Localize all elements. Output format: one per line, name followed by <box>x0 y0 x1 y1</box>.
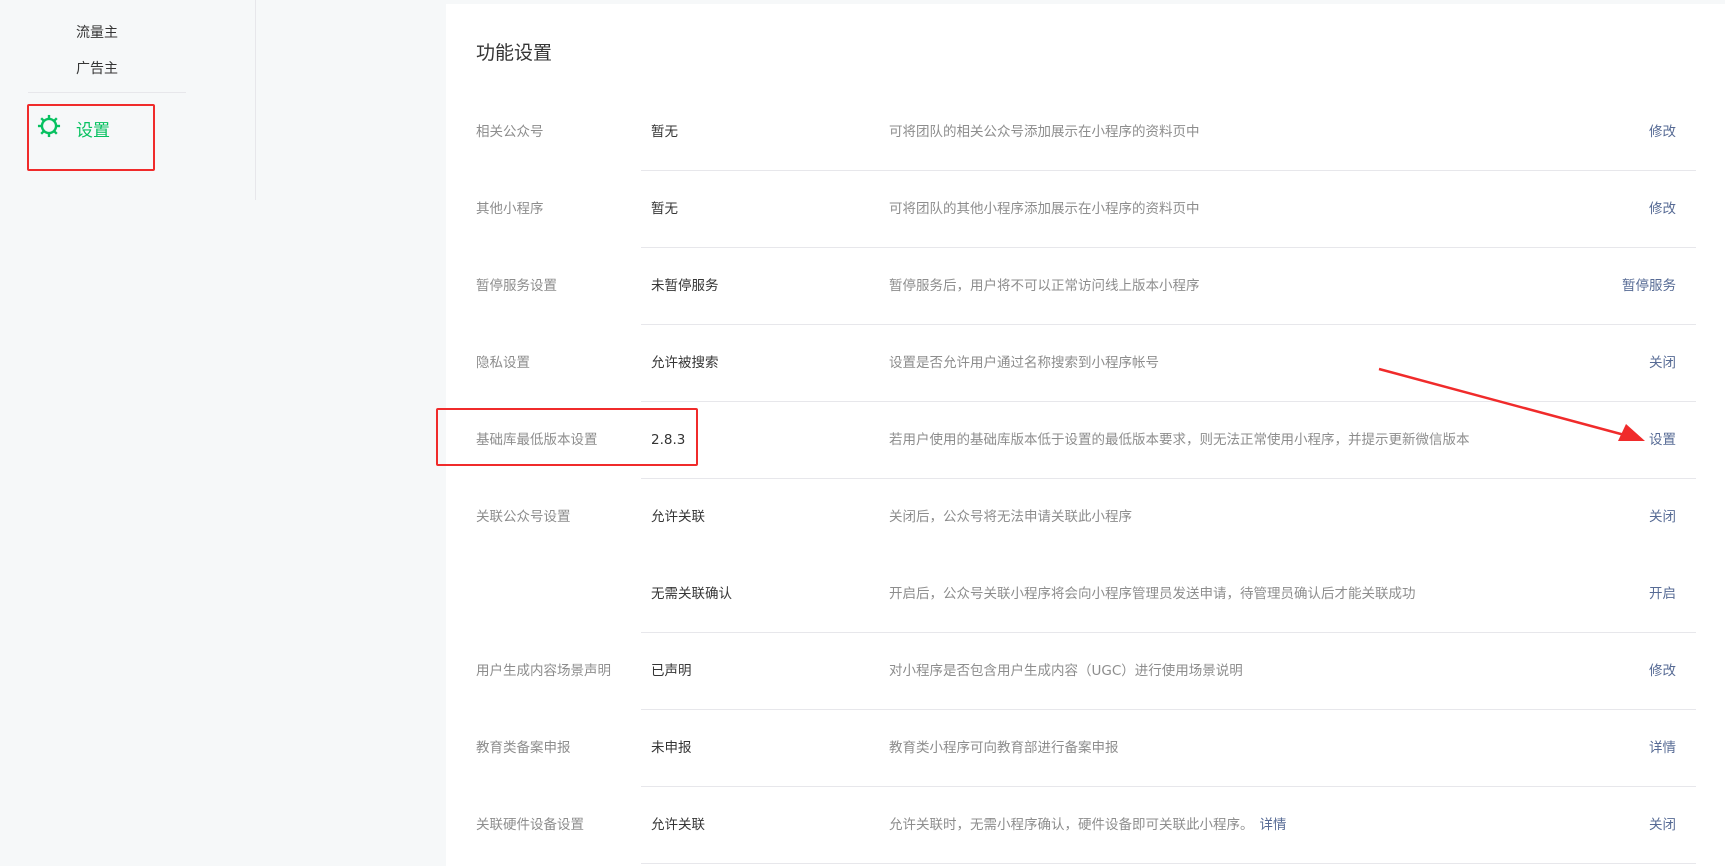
row-value: 暂无 <box>651 124 678 140</box>
settings-row-link-hardware: 关联硬件设备设置 允许关联 允许关联时，无需小程序确认，硬件设备即可关联此小程序… <box>446 787 1696 864</box>
row-value: 允许被搜索 <box>651 355 719 371</box>
modify-link[interactable]: 修改 <box>1649 171 1676 248</box>
modify-link[interactable]: 修改 <box>1649 94 1676 171</box>
row-label: 隐私设置 <box>476 355 530 371</box>
main-panel: 功能设置 相关公众号 暂无 可将团队的相关公众号添加展示在小程序的资料页中 修改… <box>446 4 1725 866</box>
row-value: 无需关联确认 <box>651 586 732 602</box>
sidebar-divider <box>28 92 186 93</box>
close-link[interactable]: 关闭 <box>1649 325 1676 402</box>
row-description: 可将团队的相关公众号添加展示在小程序的资料页中 <box>889 124 1200 140</box>
row-label: 其他小程序 <box>476 201 544 217</box>
sidebar-item-settings[interactable]: 设置 <box>36 114 110 142</box>
row-label: 基础库最低版本设置 <box>476 432 598 448</box>
row-description: 暂停服务后，用户将不可以正常访问线上版本小程序 <box>889 278 1200 294</box>
row-value: 允许关联 <box>651 817 705 833</box>
sidebar-item-traffic-owner[interactable]: 流量主 <box>76 22 118 42</box>
row-value: 2.8.3 <box>651 432 686 448</box>
details-link[interactable]: 详情 <box>1649 710 1676 787</box>
row-description: 教育类小程序可向教育部进行备案申报 <box>889 740 1119 756</box>
sidebar-item-settings-label: 设置 <box>76 120 110 141</box>
row-description: 关闭后，公众号将无法申请关联此小程序 <box>889 509 1132 525</box>
close-link[interactable]: 关闭 <box>1649 479 1676 556</box>
row-label: 关联公众号设置 <box>476 509 571 525</box>
settings-row-link-confirm: 无需关联确认 开启后，公众号关联小程序将会向小程序管理员发送申请，待管理员确认后… <box>446 556 1696 633</box>
row-description: 可将团队的其他小程序添加展示在小程序的资料页中 <box>889 201 1200 217</box>
settings-row-pause-service: 暂停服务设置 未暂停服务 暂停服务后，用户将不可以正常访问线上版本小程序 暂停服… <box>446 248 1696 325</box>
row-value: 未申报 <box>651 740 692 756</box>
pause-service-link[interactable]: 暂停服务 <box>1622 248 1676 325</box>
settings-row-min-base-library-version: 基础库最低版本设置 2.8.3 若用户使用的基础库版本低于设置的最低版本要求，则… <box>446 402 1696 479</box>
settings-row-privacy: 隐私设置 允许被搜索 设置是否允许用户通过名称搜索到小程序帐号 关闭 <box>446 325 1696 402</box>
row-value: 未暂停服务 <box>651 278 719 294</box>
gear-icon <box>36 113 62 143</box>
settings-row-ugc-declaration: 用户生成内容场景声明 已声明 对小程序是否包含用户生成内容（UGC）进行使用场景… <box>446 633 1696 710</box>
row-description-text: 允许关联时，无需小程序确认，硬件设备即可关联此小程序。 <box>889 817 1254 833</box>
settings-row-link-official-account: 关联公众号设置 允许关联 关闭后，公众号将无法申请关联此小程序 关闭 <box>446 479 1696 556</box>
row-description: 若用户使用的基础库版本低于设置的最低版本要求，则无法正常使用小程序，并提示更新微… <box>889 432 1470 448</box>
row-value: 允许关联 <box>651 509 705 525</box>
row-description: 开启后，公众号关联小程序将会向小程序管理员发送申请，待管理员确认后才能关联成功 <box>889 586 1416 602</box>
row-description: 允许关联时，无需小程序确认，硬件设备即可关联此小程序。 详情 <box>889 787 1287 864</box>
row-label: 用户生成内容场景声明 <box>476 663 611 679</box>
sidebar-item-advertiser[interactable]: 广告主 <box>76 58 118 78</box>
close-link[interactable]: 关闭 <box>1649 787 1676 864</box>
row-description: 设置是否允许用户通过名称搜索到小程序帐号 <box>889 355 1159 371</box>
row-divider <box>641 863 1696 864</box>
row-label: 暂停服务设置 <box>476 278 557 294</box>
row-value: 已声明 <box>651 663 692 679</box>
page-title: 功能设置 <box>476 42 553 64</box>
settings-row-related-official-accounts: 相关公众号 暂无 可将团队的相关公众号添加展示在小程序的资料页中 修改 <box>446 94 1696 171</box>
settings-row-education-filing: 教育类备案申报 未申报 教育类小程序可向教育部进行备案申报 详情 <box>446 710 1696 787</box>
row-label: 相关公众号 <box>476 124 544 140</box>
sidebar: 流量主 广告主 设置 <box>0 0 256 200</box>
hardware-details-link[interactable]: 详情 <box>1260 817 1287 833</box>
row-description: 对小程序是否包含用户生成内容（UGC）进行使用场景说明 <box>889 663 1243 679</box>
enable-link[interactable]: 开启 <box>1649 556 1676 633</box>
row-label: 关联硬件设备设置 <box>476 817 584 833</box>
settings-row-other-mini-programs: 其他小程序 暂无 可将团队的其他小程序添加展示在小程序的资料页中 修改 <box>446 171 1696 248</box>
modify-link[interactable]: 修改 <box>1649 633 1676 710</box>
set-link[interactable]: 设置 <box>1649 402 1676 479</box>
row-label: 教育类备案申报 <box>476 740 571 756</box>
row-value: 暂无 <box>651 201 678 217</box>
